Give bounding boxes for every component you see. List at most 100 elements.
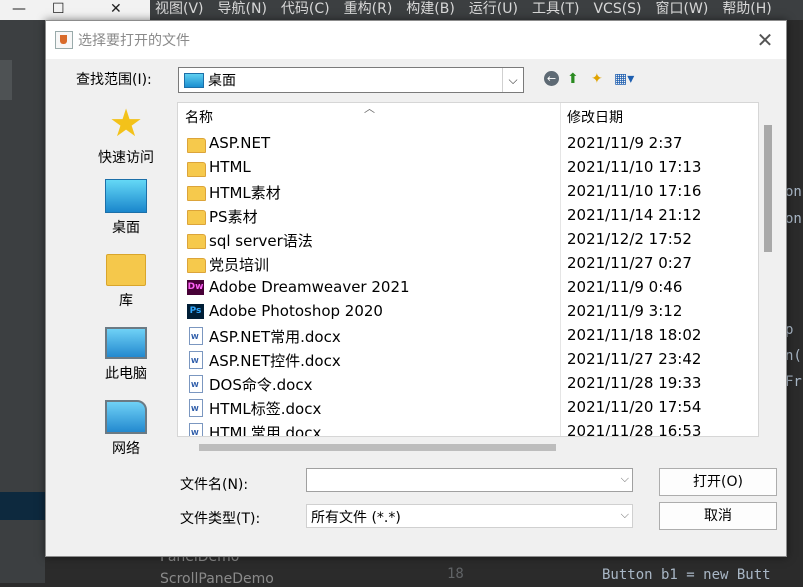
back-icon[interactable]: ← [544, 71, 559, 86]
ide-window-controls: — ☐ ✕ [0, 0, 150, 20]
cancel-button[interactable]: 取消 [659, 502, 777, 530]
java-icon [55, 31, 73, 49]
place-libraries[interactable]: 库 [76, 248, 176, 310]
menu-view[interactable]: 视图(V) [155, 0, 204, 20]
look-in-label: 查找范围(I): [76, 72, 152, 88]
minimize-icon[interactable]: — [12, 0, 26, 18]
file-type-value: 所有文件 (*.*) [311, 510, 401, 526]
vertical-scrollbar-thumb[interactable] [764, 125, 772, 252]
file-date: 2021/11/27 23:42 [567, 350, 702, 368]
file-name: sql server语法 [209, 232, 313, 250]
file-type-select[interactable]: 所有文件 (*.*) ⌵ [306, 504, 633, 528]
file-date: 2021/11/27 0:27 [567, 254, 692, 272]
file-row[interactable]: PS素材 2021/11/14 21:12 [178, 204, 758, 228]
menu-refactor[interactable]: 重构(R) [344, 0, 393, 20]
look-in-value: 桌面 [208, 73, 236, 89]
code-fragment: Fr [785, 374, 802, 390]
view-menu-icon[interactable]: ▦▾ [614, 71, 634, 87]
file-date: 2021/11/20 17:54 [567, 398, 702, 416]
desktop-icon [184, 73, 204, 88]
ide-panel-strip [0, 60, 12, 100]
place-this-pc[interactable]: 此电脑 [76, 321, 176, 383]
close-icon[interactable]: ✕ [110, 0, 122, 18]
file-name: 党员培训 [209, 256, 270, 274]
code-fragment: on [785, 211, 802, 227]
word-doc-icon [189, 351, 203, 369]
file-date: 2021/11/10 17:16 [567, 182, 702, 200]
look-in-combo[interactable]: 桌面 ⌵ [178, 67, 524, 93]
photoshop-icon: Ps [187, 304, 204, 319]
up-folder-icon[interactable]: ⬆ [567, 71, 579, 87]
chevron-down-icon[interactable]: ⌵ [502, 68, 523, 92]
open-button[interactable]: 打开(O) [659, 468, 777, 496]
column-header-name[interactable]: 名称 [185, 103, 555, 131]
file-date: 2021/11/9 2:37 [567, 134, 683, 152]
menu-run[interactable]: 运行(U) [469, 0, 518, 20]
menu-window[interactable]: 窗口(W) [656, 0, 709, 20]
places-bar: ★ 快速访问 桌面 库 此电脑 网络 [76, 103, 176, 463]
menu-build[interactable]: 构建(B) [406, 0, 455, 20]
word-doc-icon [189, 399, 203, 417]
dreamweaver-icon: Dw [187, 280, 204, 295]
code-line: Button b1 = new Butt [602, 567, 771, 583]
file-name-label: 文件名(N): [180, 477, 249, 493]
word-doc-icon [189, 375, 203, 393]
tree-item-scroll-pane-demo[interactable]: ScrollPaneDemo [160, 571, 274, 587]
file-date: 2021/11/18 18:02 [567, 326, 702, 344]
menu-code[interactable]: 代码(C) [281, 0, 330, 20]
file-row[interactable]: sql server语法 2021/12/2 17:52 [178, 228, 758, 252]
file-row[interactable]: Dw Adobe Dreamweaver 2021 2021/11/9 0:46 [178, 276, 758, 300]
menu-vcs[interactable]: VCS(S) [593, 0, 641, 20]
file-row[interactable]: HTML 2021/11/10 17:13 [178, 156, 758, 180]
menu-tools[interactable]: 工具(T) [532, 0, 579, 20]
file-date: 2021/11/14 21:12 [567, 206, 702, 224]
chevron-down-icon[interactable]: ⌵ [621, 472, 629, 486]
file-row[interactable]: ASP.NET控件.docx 2021/11/27 23:42 [178, 348, 758, 372]
place-quick-access[interactable]: ★ 快速访问 [76, 103, 176, 167]
file-row[interactable]: HTML常用.docx 2021/11/28 16:53 [178, 420, 758, 437]
file-row[interactable]: ASP.NET常用.docx 2021/11/18 18:02 [178, 324, 758, 348]
place-label: 此电脑 [105, 366, 147, 382]
column-header-date[interactable]: 修改日期 [567, 103, 747, 131]
file-date: 2021/11/9 3:12 [567, 302, 683, 320]
folder-icon [187, 162, 206, 177]
menu-help[interactable]: 帮助(H) [722, 0, 771, 20]
dialog-titlebar: 选择要打开的文件 ✕ [46, 21, 786, 59]
file-row[interactable]: HTML素材 2021/11/10 17:16 [178, 180, 758, 204]
horizontal-scrollbar-thumb[interactable] [199, 444, 556, 451]
line-number: 18 [447, 566, 464, 582]
new-folder-icon[interactable]: ✦ [591, 71, 603, 87]
network-icon [105, 400, 147, 434]
file-name: DOS命令.docx [209, 376, 313, 394]
file-row[interactable]: 党员培训 2021/11/27 0:27 [178, 252, 758, 276]
file-name: Adobe Photoshop 2020 [209, 302, 383, 320]
menu-navigate[interactable]: 导航(N) [218, 0, 267, 20]
place-desktop[interactable]: 桌面 [76, 175, 176, 237]
file-date: 2021/11/10 17:13 [567, 158, 702, 176]
library-folder-icon [106, 254, 146, 286]
maximize-icon[interactable]: ☐ [52, 0, 65, 18]
file-row[interactable]: DOS命令.docx 2021/11/28 19:33 [178, 372, 758, 396]
folder-icon [187, 258, 206, 273]
file-name-input[interactable]: ⌵ [306, 468, 633, 492]
file-date: 2021/11/28 19:33 [567, 374, 702, 392]
desktop-icon [105, 179, 147, 213]
file-name: HTML常用.docx [209, 424, 322, 437]
file-list[interactable]: ︿ 名称 修改日期 ASP.NET 2021/11/9 2:37 HTML 2021/… [177, 102, 759, 437]
place-network[interactable]: 网络 [76, 394, 176, 458]
file-name: HTML [209, 158, 251, 176]
file-row[interactable]: HTML标签.docx 2021/11/20 17:54 [178, 396, 758, 420]
place-label: 网络 [112, 441, 140, 457]
place-label: 桌面 [112, 220, 140, 236]
file-date: 2021/12/2 17:52 [567, 230, 692, 248]
star-icon: ★ [108, 101, 144, 145]
file-row[interactable]: Ps Adobe Photoshop 2020 2021/11/9 3:12 [178, 300, 758, 324]
folder-icon [187, 138, 206, 153]
chevron-down-icon[interactable]: ⌵ [621, 508, 629, 522]
folder-icon [187, 186, 206, 201]
file-name: ASP.NET常用.docx [209, 328, 341, 346]
close-button[interactable]: ✕ [752, 27, 778, 53]
file-row[interactable]: ASP.NET 2021/11/9 2:37 [178, 132, 758, 156]
ide-selected-row [0, 492, 45, 520]
file-name: PS素材 [209, 208, 258, 226]
